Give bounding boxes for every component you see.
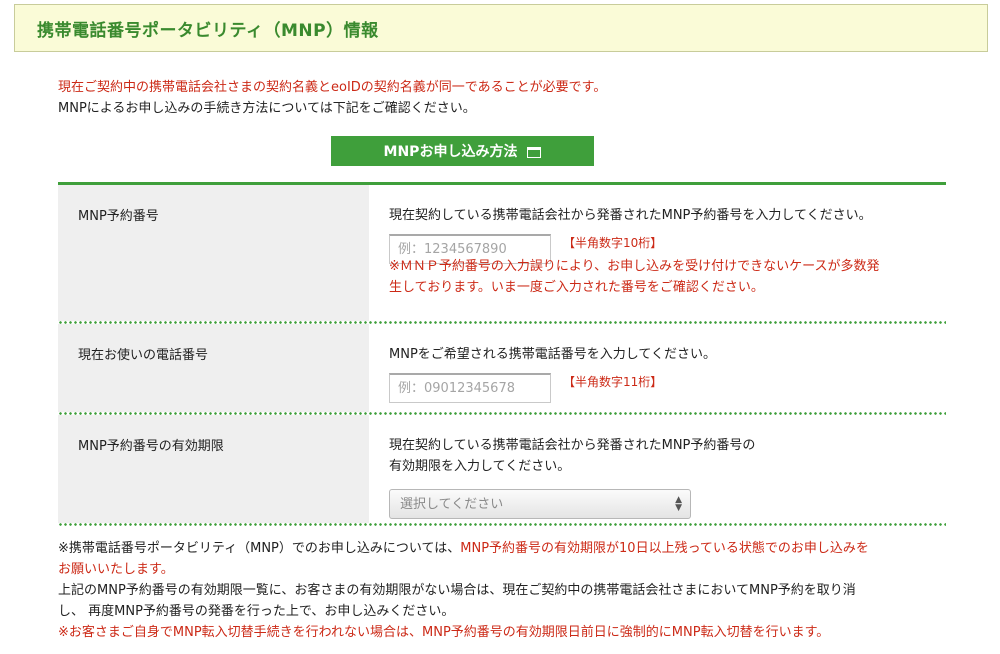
row-divider: [58, 523, 946, 526]
reservation-number-content: 現在契約している携帯電話会社から発番されたMNP予約番号を入力してください。 【…: [369, 185, 946, 321]
intro-text: 現在ご契約中の携帯電話会社さまの契約名義とeoIDの契約名義が同一であることが必…: [58, 77, 606, 119]
section-title: 携帯電話番号ポータビリティ（MNP）情報: [37, 20, 379, 41]
footer-note-1: ※携帯電話番号ポータビリティ（MNP）でのお申し込みについては、MNP予約番号の…: [58, 538, 958, 559]
reservation-number-warning-line1: ※ＭＮＰ予約番号の入力誤りにより、お申し込みを受け付けできないケースが多数発: [389, 259, 880, 274]
phone-number-input[interactable]: [389, 373, 551, 403]
new-window-icon: [527, 146, 542, 158]
footer-note-2-line2: し、 再度MNP予約番号の発番を行った上で、お申し込みください。: [58, 604, 455, 619]
mnp-application-method-button[interactable]: MNPお申し込み方法: [331, 136, 594, 166]
form-row-expiry: MNP予約番号の有効期限 現在契約している携帯電話会社から発番されたMNP予約番…: [58, 415, 946, 523]
phone-number-content: MNPをご希望される携帯電話番号を入力してください。 【半角数字11桁】: [369, 324, 946, 412]
intro-requirement: 現在ご契約中の携帯電話会社さまの契約名義とeoIDの契約名義が同一であることが必…: [58, 80, 607, 95]
expiry-select-value: 選択してください: [400, 496, 504, 512]
form-row-phone-number: 現在お使いの電話番号 MNPをご希望される携帯電話番号を入力してください。 【半…: [58, 324, 946, 412]
expiry-label: MNP予約番号の有効期限: [58, 415, 369, 523]
reservation-number-warning: ※ＭＮＰ予約番号の入力誤りにより、お申し込みを受け付けできないケースが多数発 生…: [389, 256, 946, 298]
expiry-select[interactable]: 選択してください ▲ ▼: [389, 489, 691, 519]
phone-number-input-line: 【半角数字11桁】: [389, 373, 946, 403]
expiry-description-line2: 有効期限を入力してください。: [389, 459, 571, 474]
section-header: 携帯電話番号ポータビリティ（MNP）情報: [14, 4, 988, 52]
form-row-reservation-number: MNP予約番号 現在契約している携帯電話会社から発番されたMNP予約番号を入力し…: [58, 185, 946, 321]
footer-note-1-lead: ※携帯電話番号ポータビリティ（MNP）でのお申し込みについては、: [58, 541, 461, 556]
intro-instruction: MNPによるお申し込みの手続き方法については下記をご確認ください。: [58, 101, 476, 116]
footer-note-3: ※お客さまご自身でMNP転入切替手続きを行われない場合は、MNP予約番号の有効期…: [58, 625, 830, 640]
footer-note-1-emphasis: MNP予約番号の有効期限が10日以上残っている状態でのお申し込みを: [460, 541, 869, 556]
phone-number-description: MNPをご希望される携帯電話番号を入力してください。: [389, 347, 717, 362]
footer-note-2-line1: 上記のMNP予約番号の有効期限一覧に、お客さまの有効期限がない場合は、現在ご契約…: [58, 583, 856, 598]
phone-number-hint: 【半角数字11桁】: [563, 374, 663, 389]
reservation-number-description: 現在契約している携帯電話会社から発番されたMNP予約番号を入力してください。: [389, 208, 872, 223]
mnp-form-table: MNP予約番号 現在契約している携帯電話会社から発番されたMNP予約番号を入力し…: [58, 182, 946, 526]
phone-number-label: 現在お使いの電話番号: [58, 324, 369, 412]
reservation-number-warning-line2: 生しております。いま一度ご入力された番号をご確認ください。: [389, 280, 764, 295]
footer-note-1-cont: お願いいたします。: [58, 562, 174, 577]
mnp-button-label: MNPお申し込み方法: [383, 144, 518, 160]
reservation-number-hint: 【半角数字10桁】: [563, 235, 663, 250]
expiry-content: 現在契約している携帯電話会社から発番されたMNP予約番号の 有効期限を入力してく…: [369, 415, 946, 523]
expiry-description-line1: 現在契約している携帯電話会社から発番されたMNP予約番号の: [389, 438, 756, 453]
select-arrows-icon: ▲ ▼: [675, 495, 682, 513]
footer-notes: ※携帯電話番号ポータビリティ（MNP）でのお申し込みについては、MNP予約番号の…: [58, 538, 958, 643]
reservation-number-label: MNP予約番号: [58, 185, 369, 321]
